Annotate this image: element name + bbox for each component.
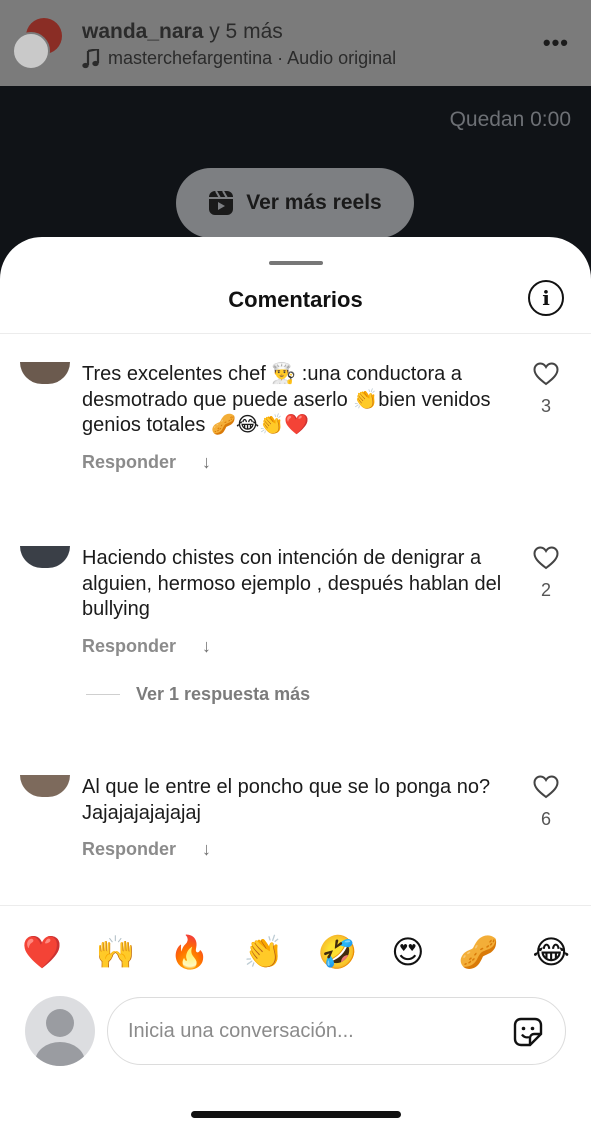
sheet-title: Comentarios <box>228 287 363 312</box>
owner-others: y 5 más <box>203 20 283 43</box>
reply-row: Responder ↓ <box>82 839 211 860</box>
reply-row: Responder ↓ <box>82 452 211 473</box>
avatar[interactable] <box>20 546 70 568</box>
reply-row: Responder ↓ <box>82 636 211 657</box>
comment-text: Tres excelentes chef 👨‍🍳 :una conductora… <box>82 363 491 436</box>
avatar[interactable] <box>20 362 70 384</box>
emoji-raised-hands-button[interactable]: 🙌 <box>96 933 136 971</box>
avatar <box>12 32 50 70</box>
sticker-icon[interactable] <box>511 1015 545 1049</box>
heart-icon[interactable] <box>533 775 559 799</box>
emoji-peanut-button[interactable]: 🥜 <box>459 933 499 971</box>
owner-username[interactable]: wanda_nara <box>82 20 203 43</box>
comment-text: Al que le entre el poncho que se lo pong… <box>82 776 491 824</box>
audio-info[interactable]: masterchefargentina · Audio original <box>82 48 396 69</box>
comment-composer[interactable] <box>107 997 566 1065</box>
view-more-replies-button[interactable]: Ver 1 respuesta más <box>86 684 310 705</box>
divider <box>0 333 591 334</box>
divider <box>0 905 591 906</box>
info-icon[interactable]: i <box>528 280 564 316</box>
like-count: 2 <box>540 580 551 600</box>
comments-sheet: Comentarios i Tres excelentes chef 👨‍🍳 :… <box>0 237 591 1133</box>
reels-icon <box>209 190 234 215</box>
audio-label: · Audio original <box>272 48 397 68</box>
avatar[interactable] <box>20 775 70 797</box>
emoji-rofl-button[interactable]: 🤣 <box>317 933 357 971</box>
music-note-icon <box>82 48 100 68</box>
heart-icon[interactable] <box>533 362 559 386</box>
emoji-clap-button[interactable]: 👏 <box>244 933 284 971</box>
quick-emoji-bar: ❤️ 🙌 🔥 👏 🤣 😍 🥜 😂 <box>22 933 570 971</box>
audio-account[interactable]: masterchefargentina <box>108 48 272 68</box>
emoji-heart-eyes-button[interactable]: 😍 <box>391 933 424 971</box>
reply-button[interactable]: Responder <box>82 452 176 473</box>
like-count: 3 <box>540 396 551 416</box>
translate-arrow-icon[interactable]: ↓ <box>202 636 211 657</box>
reel-header: wanda_nara y 5 más masterchefargentina ·… <box>0 0 591 86</box>
like-count: 6 <box>540 809 551 829</box>
reply-button[interactable]: Responder <box>82 839 176 860</box>
owner-avatar-stack[interactable] <box>12 18 64 70</box>
see-more-reels-label: Ver más reels <box>246 191 382 214</box>
sheet-grabber[interactable] <box>269 261 323 265</box>
translate-arrow-icon[interactable]: ↓ <box>202 452 211 473</box>
avatar <box>25 996 95 1066</box>
remaining-time: Quedan 0:00 <box>449 108 571 131</box>
emoji-heart-button[interactable]: ❤️ <box>22 933 62 971</box>
comment-input[interactable] <box>128 998 488 1064</box>
reply-button[interactable]: Responder <box>82 636 176 657</box>
divider <box>86 694 120 695</box>
emoji-joy-button[interactable]: 😂 <box>533 933 570 971</box>
like-control: 3 <box>530 362 562 417</box>
view-more-replies-label: Ver 1 respuesta más <box>136 684 311 704</box>
reel-owner[interactable]: wanda_nara y 5 más <box>82 20 283 44</box>
translate-arrow-icon[interactable]: ↓ <box>202 839 211 860</box>
more-options-icon[interactable]: ••• <box>543 30 569 56</box>
heart-icon[interactable] <box>533 546 559 570</box>
home-indicator <box>191 1111 401 1118</box>
comment-text: Haciendo chistes con intención de denigr… <box>82 547 502 620</box>
see-more-reels-button[interactable]: Ver más reels <box>176 168 414 238</box>
default-user-icon <box>46 1009 74 1037</box>
like-control: 2 <box>530 546 562 601</box>
emoji-fire-button[interactable]: 🔥 <box>170 933 210 971</box>
like-control: 6 <box>530 775 562 830</box>
